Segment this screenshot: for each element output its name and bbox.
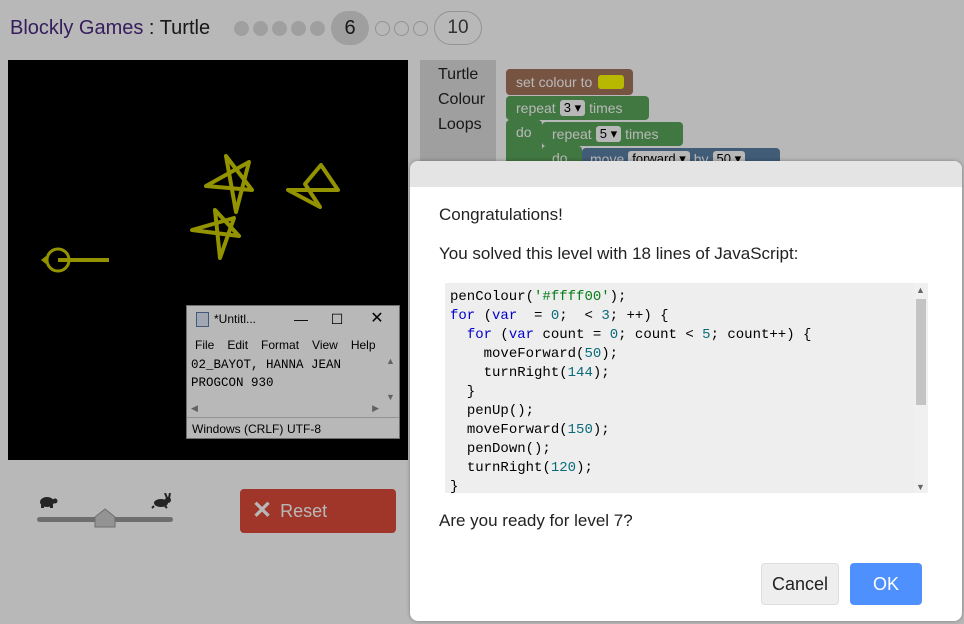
code-line: } [450, 384, 476, 400]
code-line: penColour('#ffff00'); [450, 289, 627, 305]
ok-button[interactable]: OK [850, 563, 922, 605]
code-line: penUp(); [466, 403, 535, 419]
code-line: for (var count = 0; count < 5; count++) … [466, 327, 812, 343]
code-line: turnRight(144); [483, 365, 610, 381]
code-line: penDown(); [466, 441, 551, 457]
code-line: } [450, 479, 459, 493]
code-line: turnRight(120); [466, 460, 593, 476]
code-line: moveForward(50); [483, 346, 619, 362]
scroll-up-icon[interactable]: ▲ [916, 285, 925, 295]
code-scrollbar[interactable]: ▲ ▼ [914, 283, 928, 493]
code-listing[interactable]: penColour('#ffff00'); for (var = 0; < 3;… [445, 283, 928, 493]
code-line: moveForward(150); [466, 422, 610, 438]
scrollbar-thumb[interactable] [916, 299, 926, 405]
dialog-titlebar[interactable] [410, 161, 962, 187]
dialog-solved-message: You solved this level with 18 lines of J… [439, 244, 799, 263]
dialog-heading: Congratulations! [439, 205, 563, 224]
cancel-button[interactable]: Cancel [761, 563, 839, 605]
code-line: for (var = 0; < 3; ++) { [450, 308, 669, 324]
scroll-down-icon[interactable]: ▼ [916, 482, 925, 492]
javascript-code: penColour('#ffff00'); for (var = 0; < 3;… [450, 288, 811, 493]
dialog-next-level-question: Are you ready for level 7? [439, 511, 633, 530]
congratulations-dialog: Congratulations! You solved this level w… [410, 161, 962, 621]
